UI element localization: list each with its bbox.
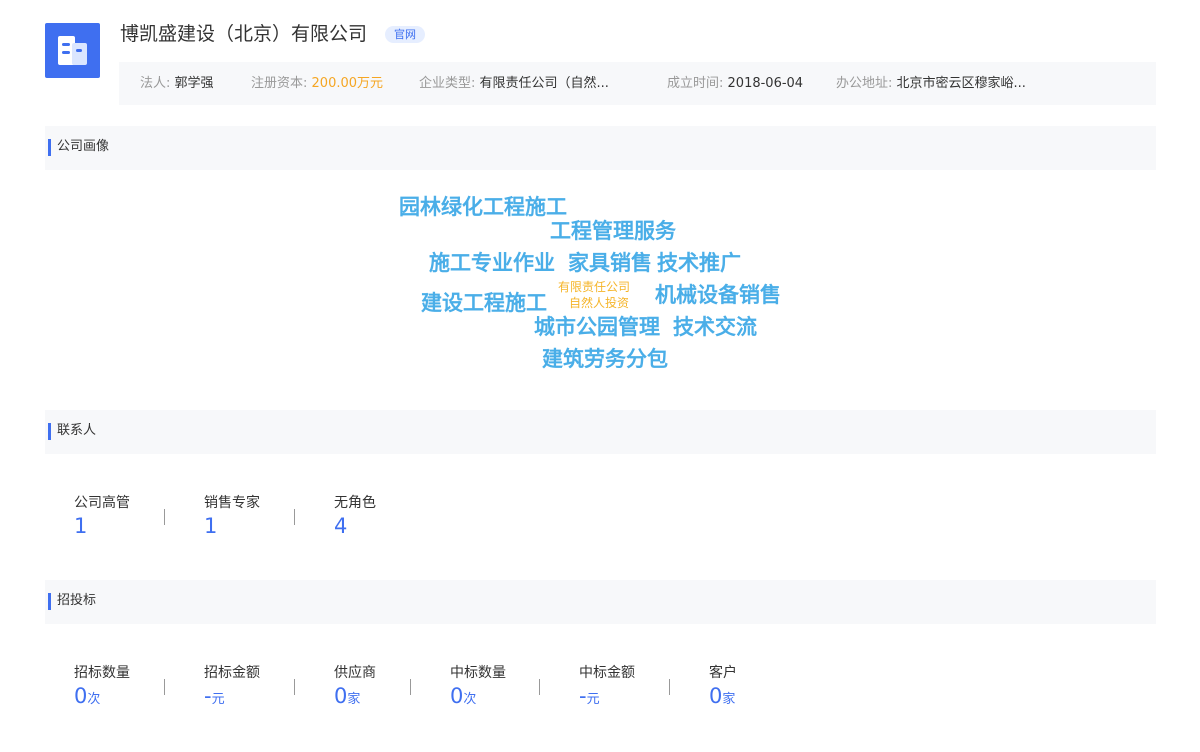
stat-label: 销售专家 — [204, 495, 260, 511]
stat-value: -元 — [204, 684, 225, 708]
bid-stat-win-count[interactable]: 中标数量 0次 — [450, 662, 506, 708]
company-type-label: 企业类型: — [419, 76, 476, 91]
building-icon — [58, 36, 87, 65]
stat-label: 无角色 — [334, 495, 376, 511]
company-type: 企业类型: 有限责任公司（自然... — [419, 62, 609, 105]
contact-stat-executives[interactable]: 公司高管 1 — [74, 492, 130, 538]
tag-word[interactable]: 机械设备销售 — [655, 279, 781, 309]
stat-label: 招标数量 — [74, 665, 130, 681]
contacts-section-title: 联系人 — [57, 423, 97, 438]
stat-value: 0次 — [450, 684, 477, 708]
section-accent-bar — [48, 423, 51, 440]
legal-person-value: 郭学强 — [174, 76, 214, 91]
company-logo — [45, 23, 100, 78]
registered-capital-label: 注册资本: — [251, 76, 308, 91]
founded-date: 成立时间: 2018-06-04 — [667, 62, 803, 105]
stat-value: 4 — [334, 514, 348, 538]
section-accent-bar — [48, 139, 51, 156]
stat-value: 0家 — [709, 684, 736, 708]
stat-divider — [669, 679, 670, 695]
tag-word[interactable]: 自然人投资 — [569, 296, 629, 310]
official-site-badge[interactable]: 官网 — [385, 26, 425, 43]
tag-word[interactable]: 家具销售 — [568, 247, 652, 277]
stat-value: -元 — [579, 684, 600, 708]
stat-value: 0次 — [74, 684, 101, 708]
bids-section-title: 招投标 — [57, 593, 97, 608]
tag-word[interactable]: 城市公园管理 — [534, 311, 660, 341]
tag-word[interactable]: 技术推广 — [657, 247, 741, 277]
tag-word[interactable]: 园林绿化工程施工 — [399, 191, 567, 221]
stat-label: 中标金额 — [579, 665, 635, 681]
stat-divider — [410, 679, 411, 695]
stat-value: 1 — [74, 514, 88, 538]
bid-stat-suppliers[interactable]: 供应商 0家 — [334, 662, 376, 708]
tag-word[interactable]: 建筑劳务分包 — [542, 343, 668, 373]
company-info-bar: 法人: 郭学强 注册资本: 200.00万元 企业类型: 有限责任公司（自然..… — [119, 62, 1156, 105]
stat-label: 中标数量 — [450, 665, 506, 681]
company-name: 博凯盛建设（北京）有限公司 — [120, 23, 368, 45]
bid-stat-customers[interactable]: 客户 0家 — [709, 662, 737, 708]
tag-cloud: 园林绿化工程施工 工程管理服务 施工专业作业 家具销售 技术推广 建设工程施工 … — [0, 170, 1200, 400]
section-accent-bar — [48, 593, 51, 610]
portrait-section-title: 公司画像 — [57, 139, 110, 154]
registered-capital-value: 200.00万元 — [311, 76, 384, 91]
tag-word[interactable]: 工程管理服务 — [550, 215, 676, 245]
legal-person-label: 法人: — [140, 76, 171, 91]
contacts-section-header: 联系人 — [45, 410, 1156, 454]
contact-stat-sales-experts[interactable]: 销售专家 1 — [204, 492, 260, 538]
stat-divider — [164, 679, 165, 695]
bids-section-header: 招投标 — [45, 580, 1156, 624]
stat-label: 招标金额 — [204, 665, 260, 681]
portrait-section-header: 公司画像 — [45, 126, 1156, 170]
contact-stat-no-role[interactable]: 无角色 4 — [334, 492, 376, 538]
founded-date-label: 成立时间: — [667, 76, 724, 91]
tag-word[interactable]: 建设工程施工 — [421, 287, 547, 317]
stat-divider — [294, 509, 295, 525]
stat-label: 公司高管 — [74, 495, 130, 511]
stat-divider — [539, 679, 540, 695]
legal-person: 法人: 郭学强 — [140, 62, 214, 105]
stat-value: 1 — [204, 514, 218, 538]
tag-word[interactable]: 技术交流 — [673, 311, 757, 341]
tag-word[interactable]: 有限责任公司 — [558, 280, 630, 294]
office-address-value: 北京市密云区穆家峪... — [896, 76, 1026, 91]
company-type-value: 有限责任公司（自然... — [479, 76, 609, 91]
founded-date-value: 2018-06-04 — [727, 76, 804, 91]
tag-word[interactable]: 施工专业作业 — [429, 247, 555, 277]
bid-stat-win-amount[interactable]: 中标金额 -元 — [579, 662, 635, 708]
bid-stat-tender-count[interactable]: 招标数量 0次 — [74, 662, 130, 708]
bid-stat-tender-amount[interactable]: 招标金额 -元 — [204, 662, 260, 708]
stat-divider — [294, 679, 295, 695]
stat-value: 0家 — [334, 684, 361, 708]
registered-capital: 注册资本: 200.00万元 — [251, 62, 383, 105]
stat-label: 客户 — [709, 665, 737, 681]
office-address: 办公地址: 北京市密云区穆家峪... — [836, 62, 1026, 105]
office-address-label: 办公地址: — [836, 76, 893, 91]
stat-label: 供应商 — [334, 665, 376, 681]
stat-divider — [164, 509, 165, 525]
